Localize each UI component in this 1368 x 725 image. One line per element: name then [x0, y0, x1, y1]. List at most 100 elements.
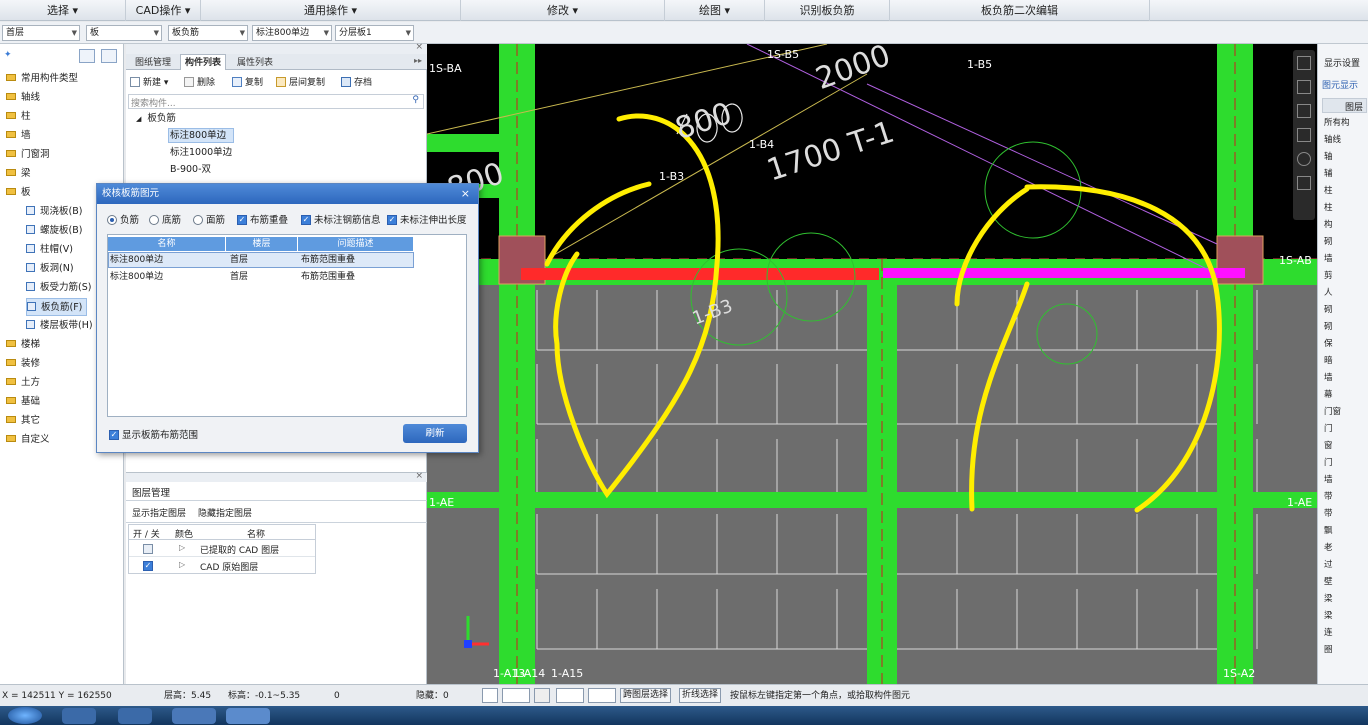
tree-item[interactable]: 柱帽(V)	[26, 241, 73, 259]
layer-tree-item[interactable]: 辅	[1324, 167, 1333, 179]
layer-tree-item[interactable]: 墙	[1324, 371, 1333, 383]
check-no-length[interactable]: ✓ 未标注伸出长度	[387, 215, 479, 227]
layer-tree-item[interactable]: 连	[1324, 626, 1333, 638]
tree-item[interactable]: 柱	[6, 108, 31, 126]
layer-tree-item[interactable]: 砌	[1324, 303, 1333, 315]
tree-root[interactable]: ◢ 板负筋	[136, 112, 176, 126]
layer-tree-item[interactable]: 砌	[1324, 235, 1333, 247]
search-icon[interactable]: ⚲	[412, 95, 419, 105]
layer-tree-item[interactable]: 梁	[1324, 609, 1333, 621]
grid-icon[interactable]	[1297, 176, 1311, 190]
menu-select[interactable]: 选择 ▾	[0, 0, 126, 21]
menu-modify[interactable]: 修改 ▾	[461, 0, 665, 21]
tree-item[interactable]: 板	[6, 184, 31, 202]
component-search[interactable]: 搜索构件... ⚲	[128, 94, 424, 109]
delete-button[interactable]: 删除	[184, 75, 215, 91]
layer-tree-item[interactable]: 构	[1324, 218, 1333, 230]
tree-item[interactable]: 板受力筋(S)	[26, 279, 91, 297]
close-icon[interactable]: ×	[415, 42, 423, 52]
check-no-info[interactable]: ✓ 未标注钢筋信息	[301, 214, 381, 227]
layer-tree-item[interactable]: 幕	[1324, 388, 1333, 400]
radio-bottom[interactable]: 底筋	[149, 214, 181, 227]
tab-element-display[interactable]: 图元显示	[1322, 78, 1358, 91]
radio-top[interactable]: 面筋	[193, 214, 225, 227]
tree-item[interactable]: 梁	[6, 165, 31, 183]
cross-icon[interactable]	[534, 688, 550, 703]
layer-tree-item[interactable]: 柱	[1324, 184, 1333, 196]
layer-tree-item[interactable]: 过	[1324, 558, 1333, 570]
layer-tree-item[interactable]: 墙	[1324, 473, 1333, 485]
menu-identify-neg-rebar[interactable]: 识别板负筋	[765, 0, 890, 21]
menu-common-ops[interactable]: 通用操作 ▾	[201, 0, 461, 21]
layer-toggle-checkbox[interactable]	[143, 544, 153, 554]
component-select[interactable]: 标注800单边 ▼	[252, 25, 332, 41]
layer-tree-item[interactable]: 轴	[1324, 150, 1333, 162]
tree-item[interactable]: 螺旋板(B)	[26, 222, 82, 240]
tab-drawing-mgmt[interactable]: 图纸管理	[130, 54, 176, 70]
tree-item[interactable]: 板洞(N)	[26, 260, 74, 278]
layer-tree-item[interactable]: 带	[1324, 507, 1333, 519]
tree-item[interactable]: 自定义	[6, 431, 50, 449]
offset-icon[interactable]	[588, 688, 616, 703]
tree-item[interactable]: 基础	[6, 393, 40, 411]
layer-tree-item[interactable]: 窗	[1324, 439, 1333, 451]
layer-tree-item[interactable]: 圈	[1324, 643, 1333, 655]
tab-property-list[interactable]: 属性列表	[232, 54, 278, 70]
menu-neg-rebar-edit[interactable]: 板负筋二次编辑	[890, 0, 1150, 21]
floor-select[interactable]: 首层 ▼	[2, 25, 80, 41]
tree-item[interactable]: 现浇板(B)	[26, 203, 82, 221]
sparkle-icon[interactable]: ✦	[4, 50, 12, 60]
tab-component-list[interactable]: 构件列表	[180, 54, 227, 70]
tree-item[interactable]: 装修	[6, 355, 40, 373]
tree-item[interactable]: 土方	[6, 374, 40, 392]
layer-tree-item[interactable]: 所有构	[1324, 116, 1350, 128]
layer-tree-item[interactable]: 轴线	[1324, 133, 1341, 145]
taskbar-app-icon[interactable]	[62, 708, 96, 724]
layer-tree-item[interactable]: 老	[1324, 541, 1333, 553]
layer-tree-item[interactable]: 梁	[1324, 592, 1333, 604]
angle-icon[interactable]	[556, 688, 584, 703]
floor-copy-button[interactable]: 层间复制	[276, 75, 325, 91]
tree-item[interactable]: 其它	[6, 412, 40, 430]
copy-button[interactable]: 复制	[232, 75, 263, 91]
tree-item[interactable]: 楼层板带(H)	[26, 317, 93, 335]
dialog-titlebar[interactable]: 校核板筋图元 ×	[97, 184, 478, 204]
check-overlap[interactable]: ✓ 布筋重叠	[237, 214, 288, 227]
taskbar-app-icon[interactable]	[172, 708, 216, 724]
show-range-checkbox[interactable]: ✓ 显示板筋布筋范围	[109, 427, 198, 441]
menu-draw[interactable]: 绘图 ▾	[665, 0, 765, 21]
layer-tree-item[interactable]: 柱	[1324, 201, 1333, 213]
layer-board-select[interactable]: 分层板1 ▼	[335, 25, 414, 41]
layer-tree-item[interactable]: 剪	[1324, 269, 1333, 281]
close-icon[interactable]: ×	[415, 471, 423, 481]
layer-tree-item[interactable]: 门	[1324, 422, 1333, 434]
tree-item[interactable]: 标注800单边	[170, 129, 226, 143]
layer-toggle-checkbox[interactable]: ✓	[143, 561, 153, 571]
ortho-icon[interactable]	[482, 688, 498, 703]
layer-tree-item[interactable]: 带	[1324, 490, 1333, 502]
cross-layer-select-button[interactable]: 跨图层选择	[620, 688, 672, 703]
new-button[interactable]: 新建 ▾	[130, 75, 168, 91]
tree-item[interactable]: 常用构件类型	[6, 70, 78, 88]
archive-button[interactable]: 存档	[341, 75, 372, 91]
hide-layer-button[interactable]: 隐藏指定图层	[198, 506, 252, 519]
layer-tree-item[interactable]: 门窗	[1324, 405, 1341, 417]
close-icon[interactable]: ×	[461, 184, 470, 204]
start-icon[interactable]	[8, 707, 42, 724]
list-view-icon[interactable]	[79, 49, 95, 63]
layer-tree-item[interactable]: 门	[1324, 456, 1333, 468]
pan-icon[interactable]	[1297, 80, 1311, 94]
more-icon[interactable]: ▸▸	[414, 56, 422, 65]
component-type-select[interactable]: 板负筋 ▼	[168, 25, 248, 41]
drawing-canvas[interactable]: 1S-BA 1S-B5 1-B5 1-B4 1-B3 1S-AB 1-AE 1-…	[427, 44, 1317, 684]
refresh-button[interactable]: 刷新	[403, 424, 467, 443]
layer-tree-item[interactable]: 壁	[1324, 575, 1333, 587]
expand-icon[interactable]: ▷	[179, 560, 185, 569]
tree-item[interactable]: 墙	[6, 127, 31, 145]
layer-tree-item[interactable]: 人	[1324, 286, 1333, 298]
snap-icon[interactable]	[502, 688, 530, 703]
menu-cad-ops[interactable]: CAD操作 ▾	[126, 0, 201, 21]
rotate-icon[interactable]	[1297, 152, 1311, 166]
tree-item[interactable]: 标注1000单边	[170, 146, 232, 160]
radio-negative[interactable]: 负筋	[107, 214, 139, 227]
